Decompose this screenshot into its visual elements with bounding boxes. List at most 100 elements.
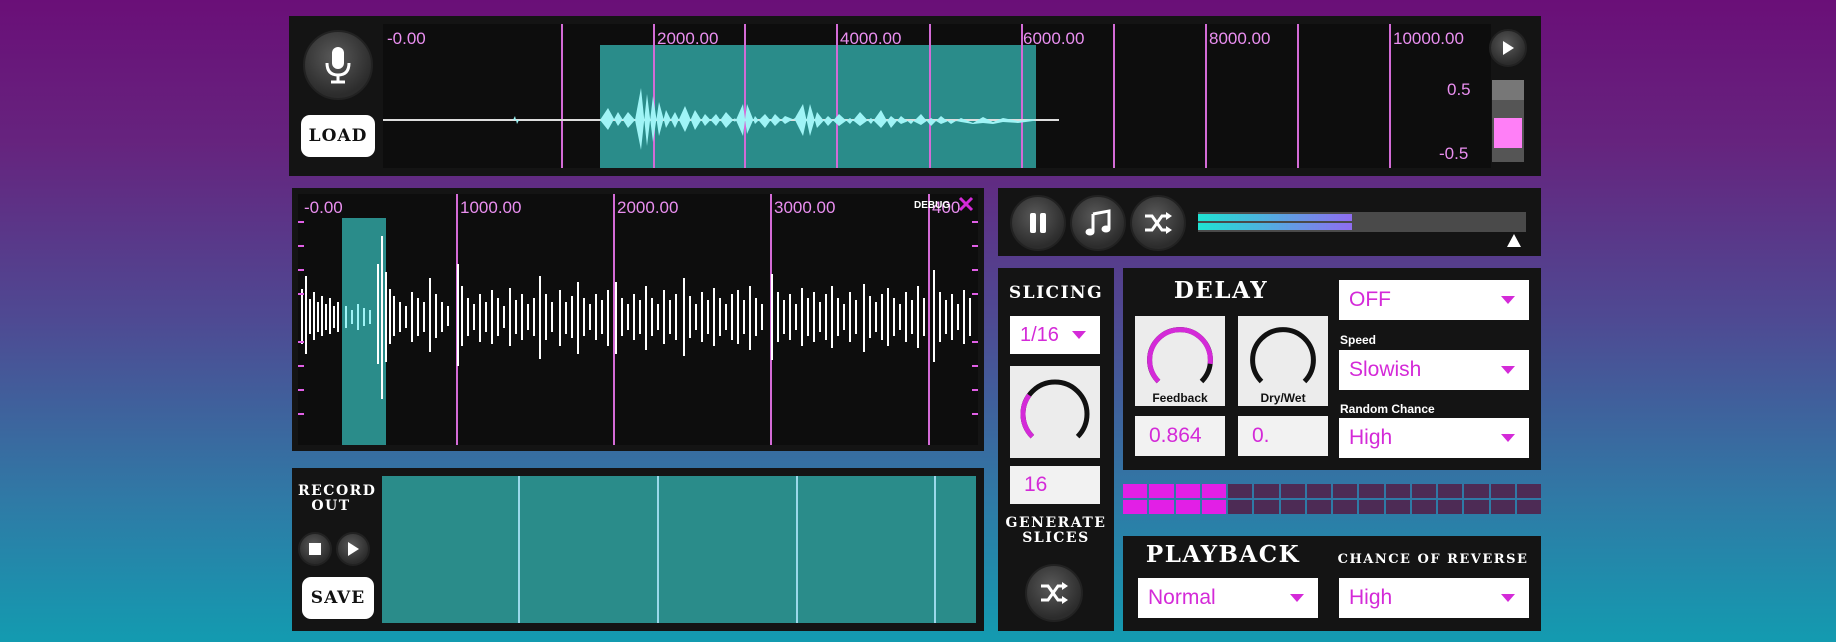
playback-mode-dropdown[interactable]: Normal (1138, 578, 1318, 618)
step-cell[interactable] (1411, 484, 1436, 498)
shuffle-button[interactable] (1130, 195, 1186, 251)
play-icon (1503, 41, 1514, 55)
step-cell[interactable] (1490, 484, 1515, 498)
shuffle-icon (1145, 212, 1172, 234)
feedback-value-box[interactable]: 0.864 (1135, 416, 1225, 456)
playback-title: PLAYBACK (1145, 541, 1301, 568)
step-cell[interactable] (1149, 484, 1174, 498)
slice-knob[interactable] (1015, 372, 1095, 452)
step-cell[interactable] (1333, 484, 1358, 498)
delay-speed-dropdown[interactable]: Slowish (1339, 350, 1529, 390)
step-cell[interactable] (1201, 500, 1226, 514)
chevron-down-icon (1501, 434, 1515, 442)
step-cell[interactable] (1516, 484, 1541, 498)
step-cell[interactable] (1175, 484, 1200, 498)
step-cell[interactable] (1306, 484, 1331, 498)
pause-button[interactable] (1010, 195, 1066, 251)
step-cell[interactable] (1359, 500, 1384, 514)
record-out-divider (518, 476, 520, 623)
random-chance-value: High (1349, 426, 1393, 449)
delay-speed-value: Slowish (1349, 358, 1422, 381)
step-cell[interactable] (1228, 500, 1253, 514)
delay-title: DELAY (1173, 277, 1269, 304)
record-out-title: RECORD OUT (298, 483, 377, 515)
gain-slider-fill (1494, 118, 1522, 148)
playback-progress[interactable] (1198, 212, 1526, 232)
detail-tick: -0.00 (304, 198, 343, 217)
slice-division-dropdown[interactable]: 1/16 (1010, 316, 1100, 354)
step-cell[interactable] (1333, 500, 1358, 514)
playback-progress-fill (1198, 214, 1353, 221)
reverse-chance-dropdown[interactable]: High (1339, 578, 1529, 618)
overview-play-button[interactable] (1489, 29, 1527, 67)
gain-slider[interactable] (1492, 80, 1524, 162)
step-cell[interactable] (1438, 484, 1463, 498)
playhead-triangle-icon[interactable] (1506, 233, 1522, 249)
overview-tick: 6000.00 (1023, 29, 1085, 48)
slice-knob-box (1010, 366, 1100, 458)
step-cell[interactable] (1438, 500, 1463, 514)
step-cell[interactable] (1201, 484, 1226, 498)
step-cell[interactable] (1254, 500, 1279, 514)
step-cell[interactable] (1359, 484, 1384, 498)
play-icon (348, 542, 359, 556)
speed-label: Speed (1340, 333, 1377, 347)
step-cell[interactable] (1280, 484, 1305, 498)
playback-progress-fill-2 (1198, 223, 1353, 230)
step-cell[interactable] (1123, 500, 1148, 514)
record-stop-button[interactable] (298, 532, 332, 566)
record-out-divider (657, 476, 659, 623)
overview-panel: LOAD -0.00 2000.00 4000.00 6000.00 8000.… (289, 16, 1541, 176)
step-cell[interactable] (1306, 500, 1331, 514)
record-mic-button[interactable] (303, 30, 373, 100)
overview-tick: 4000.00 (840, 29, 902, 48)
knob-track (1250, 327, 1316, 384)
step-cell[interactable] (1254, 484, 1279, 498)
step-cell[interactable] (1385, 484, 1410, 498)
step-cell[interactable] (1175, 500, 1200, 514)
record-play-button[interactable] (336, 532, 370, 566)
drywet-knob-box: Dry/Wet (1238, 316, 1328, 406)
save-button[interactable]: SAVE (302, 577, 374, 619)
drywet-label: Dry/Wet (1260, 391, 1306, 405)
detail-waveform-shape (298, 221, 978, 415)
playback-mode-value: Normal (1148, 586, 1216, 609)
random-chance-label: Random Chance (1340, 402, 1435, 416)
feedback-knob-box: Feedback (1135, 316, 1225, 406)
step-cell[interactable] (1385, 500, 1410, 514)
microphone-icon (325, 47, 351, 84)
music-button[interactable] (1070, 195, 1126, 251)
step-cell[interactable] (1411, 500, 1436, 514)
chevron-down-icon (1072, 331, 1086, 339)
step-cell[interactable] (1149, 500, 1174, 514)
step-cell[interactable] (1123, 484, 1148, 498)
random-chance-dropdown[interactable]: High (1339, 418, 1529, 458)
slicing-panel: SLICING 1/16 16 GENERATE SLICES (998, 268, 1114, 631)
gain-label-low: -0.5 (1439, 144, 1469, 163)
step-cell[interactable] (1490, 500, 1515, 514)
gain-label-high: 0.5 (1447, 80, 1471, 99)
detail-waveform[interactable]: -0.00 1000.00 2000.00 3000.00 400 DEBUG (298, 194, 978, 445)
step-sequencer-grid (1123, 484, 1541, 514)
slice-count-box[interactable]: 16 (1010, 466, 1100, 504)
step-cell[interactable] (1516, 500, 1541, 514)
drywet-value-box[interactable]: 0. (1238, 416, 1328, 456)
close-x-icon[interactable] (958, 196, 974, 212)
slicing-title: SLICING (1008, 283, 1104, 303)
overview-waveform[interactable]: -0.00 2000.00 4000.00 6000.00 8000.00 10… (383, 24, 1491, 168)
knob-level-arc (1147, 327, 1213, 384)
step-cell[interactable] (1280, 500, 1305, 514)
step-cell[interactable] (1228, 484, 1253, 498)
record-out-panel: RECORD OUT SAVE (292, 468, 984, 631)
stop-icon (309, 543, 321, 555)
feedback-knob[interactable] (1142, 320, 1218, 396)
step-cell[interactable] (1464, 484, 1489, 498)
record-out-waveform[interactable] (382, 476, 976, 623)
step-cell[interactable] (1464, 500, 1489, 514)
drywet-knob[interactable] (1245, 320, 1321, 396)
generate-slices-button[interactable] (1025, 564, 1083, 622)
delay-mode-dropdown[interactable]: OFF (1339, 280, 1529, 320)
chevron-down-icon (1501, 594, 1515, 602)
load-button[interactable]: LOAD (301, 115, 375, 157)
chevron-down-icon (1501, 366, 1515, 374)
